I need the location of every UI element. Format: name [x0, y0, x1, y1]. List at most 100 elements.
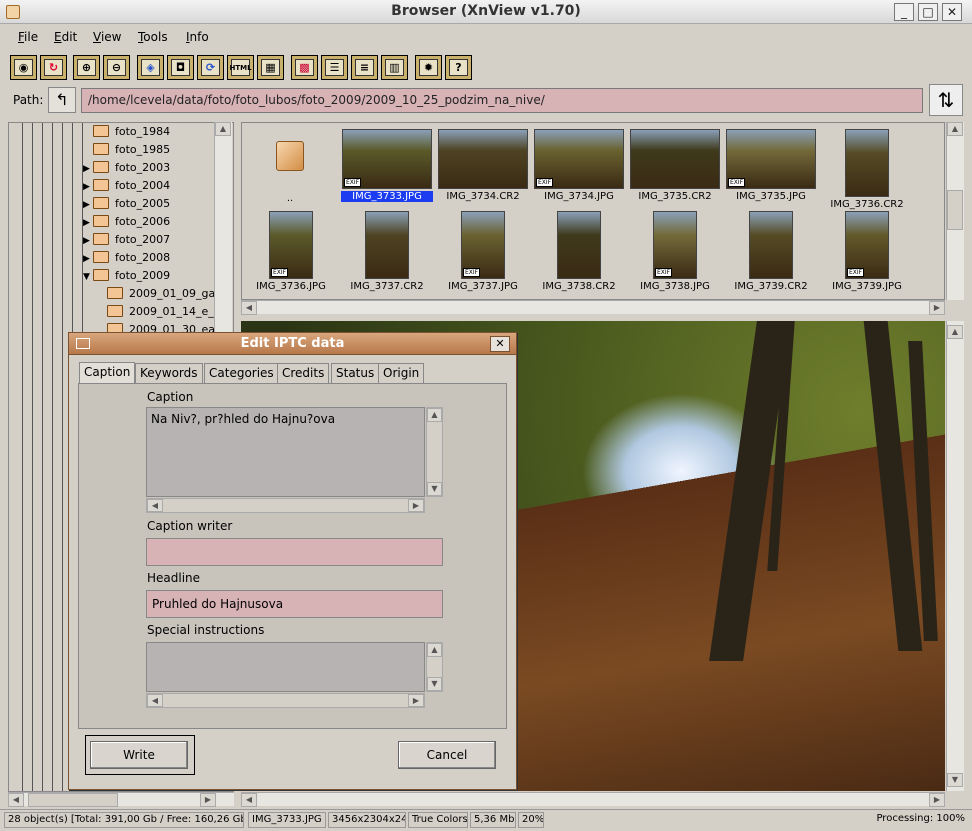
cancel-button[interactable]: Cancel [398, 741, 496, 769]
thumbnail[interactable]: EXIF IMG_3737.JPG [437, 211, 529, 292]
special-instructions-horizontal-scrollbar[interactable]: ◀ ▶ [146, 693, 425, 708]
thumbnail[interactable]: EXIF IMG_3739.JPG [821, 211, 913, 292]
write-button[interactable]: Write [90, 741, 188, 769]
tree-vertical-scrollbar[interactable]: ▲ [214, 122, 232, 334]
thumbnail[interactable]: IMG_3736.CR2 [821, 129, 913, 210]
tree-item[interactable]: ▼ foto_2009 [83, 267, 170, 285]
zoom-out-button[interactable]: ⊖ [103, 55, 130, 80]
parent-folder-button[interactable]: ↰ [48, 87, 76, 113]
thumbnail[interactable]: EXIF IMG_3738.JPG [629, 211, 721, 292]
scroll-down-icon[interactable]: ▼ [947, 773, 963, 787]
collapsed-arrow-icon[interactable]: ▶ [83, 214, 93, 232]
scroll-left-icon[interactable]: ◀ [147, 694, 163, 707]
scroll-down-icon[interactable]: ▼ [427, 482, 442, 496]
menu-view[interactable]: View [93, 30, 121, 44]
menu-file[interactable]: File [18, 30, 38, 44]
menu-tools[interactable]: Tools [138, 30, 168, 44]
dialog-close-button[interactable]: ✕ [490, 336, 510, 352]
scroll-thumb[interactable] [28, 793, 118, 807]
caption-textarea[interactable]: Na Niv?, pr?hled do Hajnu?ova [146, 407, 425, 497]
details-view-button[interactable]: ☰ [321, 55, 348, 80]
close-button[interactable]: ✕ [942, 3, 962, 21]
capture-button[interactable]: ◘ [167, 55, 194, 80]
tree-item[interactable]: ▶ foto_2006 [83, 213, 170, 231]
scroll-up-icon[interactable]: ▲ [947, 122, 963, 136]
thumbnail[interactable]: EXIF IMG_3735.JPG [725, 129, 817, 202]
html-button[interactable]: HTML [227, 55, 254, 80]
scroll-left-icon[interactable]: ◀ [8, 793, 24, 807]
settings-button[interactable]: ✹ [415, 55, 442, 80]
tab-origin[interactable]: Origin [378, 363, 425, 383]
caption-writer-field[interactable] [146, 538, 443, 566]
scroll-left-icon[interactable]: ◀ [241, 793, 257, 807]
collapsed-arrow-icon[interactable]: ▶ [83, 196, 93, 214]
grid-button[interactable]: ▦ [257, 55, 284, 80]
scroll-thumb[interactable] [947, 190, 963, 230]
thumbnail[interactable]: EXIF IMG_3733.JPG [341, 129, 433, 202]
tree-item[interactable]: ▶ foto_2004 [83, 177, 170, 195]
minimize-button[interactable]: _ [894, 3, 914, 21]
caption-horizontal-scrollbar[interactable]: ◀ ▶ [146, 498, 425, 513]
scroll-up-icon[interactable]: ▲ [947, 325, 963, 339]
caption-vertical-scrollbar[interactable]: ▲ ▼ [426, 407, 443, 497]
tree-item[interactable]: foto_1985 [83, 141, 170, 159]
help-button[interactable]: ? [445, 55, 472, 80]
headline-field[interactable]: Pruhled do Hajnusova [146, 590, 443, 618]
scroll-right-icon[interactable]: ▶ [929, 793, 945, 807]
tree-horizontal-scrollbar[interactable]: ◀ ▶ [8, 792, 234, 807]
parent-folder-thumb[interactable]: .. [270, 141, 310, 204]
scroll-up-icon[interactable]: ▲ [427, 408, 442, 422]
tab-credits[interactable]: Credits [277, 363, 330, 383]
preview-vertical-scrollbar[interactable]: ▲ ▼ [946, 321, 964, 791]
scroll-right-icon[interactable]: ▶ [200, 793, 216, 807]
preview-horizontal-scrollbar[interactable]: ◀ ▶ [241, 792, 945, 807]
scroll-right-icon[interactable]: ▶ [408, 499, 424, 512]
scroll-down-icon[interactable]: ▼ [427, 677, 442, 691]
thumbnail[interactable]: EXIF IMG_3734.JPG [533, 129, 625, 202]
scroll-right-icon[interactable]: ▶ [929, 301, 945, 315]
collapsed-arrow-icon[interactable]: ▶ [83, 160, 93, 178]
scroll-left-icon[interactable]: ◀ [147, 499, 163, 512]
tree-item[interactable]: ▶ foto_2005 [83, 195, 170, 213]
maximize-button[interactable]: □ [918, 3, 938, 21]
refresh-button[interactable]: ⇅ [929, 84, 963, 116]
list-view-button[interactable]: ≡ [351, 55, 378, 80]
thumbnails-horizontal-scrollbar[interactable]: ◀ ▶ [241, 300, 945, 315]
thumbnail[interactable]: IMG_3737.CR2 [341, 211, 433, 292]
tab-status[interactable]: Status [331, 363, 380, 383]
tab-keywords[interactable]: Keywords [135, 363, 203, 383]
view-button[interactable]: ◉ [10, 55, 37, 80]
tree-item[interactable]: foto_1984 [83, 123, 170, 141]
scroll-right-icon[interactable]: ▶ [408, 694, 424, 707]
tree-subitem[interactable]: 2009_01_09_gam [107, 285, 226, 303]
collapsed-arrow-icon[interactable]: ▶ [83, 250, 93, 268]
expanded-arrow-icon[interactable]: ▼ [83, 268, 93, 286]
thumbnails-vertical-scrollbar[interactable]: ▲ [946, 122, 964, 300]
zoom-in-button[interactable]: ⊕ [73, 55, 100, 80]
special-instructions-textarea[interactable] [146, 642, 425, 692]
thumbnail[interactable]: IMG_3739.CR2 [725, 211, 817, 292]
scroll-left-icon[interactable]: ◀ [241, 301, 257, 315]
columns-view-button[interactable]: ▥ [381, 55, 408, 80]
tree-subitem[interactable]: 2009_01_14_e_sl [107, 303, 223, 321]
path-input[interactable]: /home/lcevela/data/foto/foto_lubos/foto_… [81, 88, 923, 113]
menu-edit[interactable]: Edit [54, 30, 77, 44]
tree-item[interactable]: ▶ foto_2008 [83, 249, 170, 267]
thumbnail[interactable]: EXIF IMG_3736.JPG [245, 211, 337, 292]
collapsed-arrow-icon[interactable]: ▶ [83, 232, 93, 250]
scroll-up-icon[interactable]: ▲ [427, 643, 442, 657]
image-edit-button[interactable]: ◈ [137, 55, 164, 80]
convert-button[interactable]: ⟳ [197, 55, 224, 80]
reload-button[interactable]: ↻ [40, 55, 67, 80]
tree-item[interactable]: ▶ foto_2007 [83, 231, 170, 249]
collapsed-arrow-icon[interactable]: ▶ [83, 178, 93, 196]
thumbnail[interactable]: IMG_3735.CR2 [629, 129, 721, 202]
thumbnail[interactable]: IMG_3738.CR2 [533, 211, 625, 292]
tree-item[interactable]: ▶ foto_2003 [83, 159, 170, 177]
menu-info[interactable]: Info [186, 30, 209, 44]
special-instructions-vertical-scrollbar[interactable]: ▲ ▼ [426, 642, 443, 692]
tab-categories[interactable]: Categories [204, 363, 279, 383]
tab-caption[interactable]: Caption [79, 362, 136, 384]
thumbnail[interactable]: IMG_3734.CR2 [437, 129, 529, 202]
thumbnails-view-button[interactable]: ▩ [291, 55, 318, 80]
